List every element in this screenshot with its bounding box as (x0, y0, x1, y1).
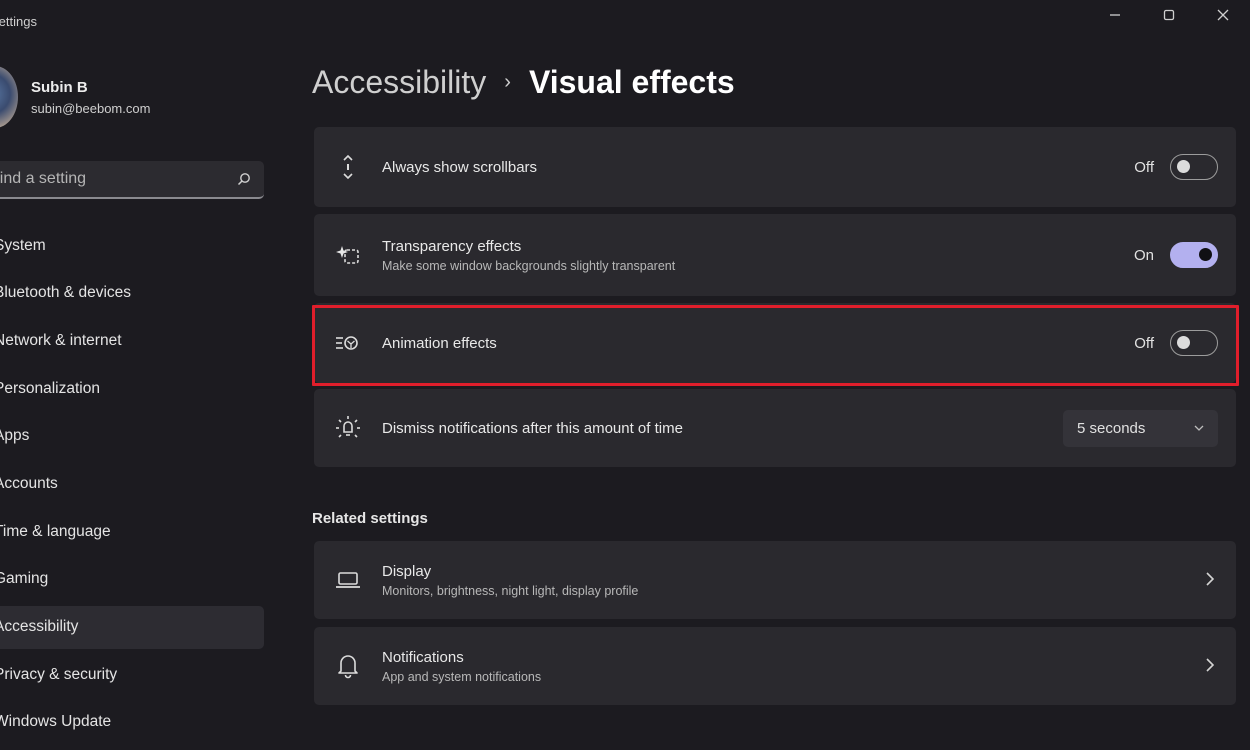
sidebar-item-label: System (0, 236, 46, 254)
sidebar-item-label: Network & internet (0, 331, 122, 349)
animation-effects-toggle[interactable] (1170, 330, 1218, 356)
sidebar-nav: System Bluetooth & devices Network & int… (0, 224, 264, 749)
sidebar-item-label: Gaming (0, 570, 49, 588)
sidebar-item-time-language[interactable]: Time & language (0, 510, 264, 553)
animation-icon (336, 336, 358, 350)
minimize-button[interactable] (1088, 0, 1142, 30)
search-icon[interactable] (236, 171, 252, 187)
breadcrumb-parent[interactable]: Accessibility (312, 64, 486, 101)
sidebar-item-apps[interactable]: Apps (0, 415, 264, 458)
bell-icon (338, 655, 358, 679)
related-settings-heading: Related settings (312, 510, 428, 527)
breadcrumb: Accessibility › Visual effects (312, 64, 735, 101)
sidebar-item-label: Time & language (0, 522, 111, 540)
profile-name: Subin B (31, 78, 88, 96)
setting-subtitle: Make some window backgrounds slightly tr… (382, 258, 676, 273)
setting-animation-effects: Animation effects Off (314, 303, 1236, 383)
app-title: Settings (0, 14, 37, 29)
close-button[interactable] (1196, 0, 1250, 30)
sidebar-item-label: Windows Update (0, 713, 112, 731)
laptop-icon (336, 572, 360, 588)
related-item-display[interactable]: Display Monitors, brightness, night ligh… (314, 541, 1236, 619)
search-input[interactable] (0, 170, 236, 188)
chevron-right-icon (1206, 657, 1215, 672)
sidebar-item-label: Privacy & security (0, 665, 118, 683)
setting-title: Animation effects (382, 334, 497, 352)
sidebar-item-label: Personalization (0, 379, 100, 397)
toggle-state-label: Off (1134, 334, 1154, 352)
search-box[interactable] (0, 161, 264, 199)
dropdown-value: 5 seconds (1077, 419, 1146, 437)
setting-dismiss-notifications: Dismiss notifications after this amount … (314, 389, 1236, 467)
sidebar-item-label: Accessibility (0, 618, 79, 635)
sidebar-item-label: Apps (0, 427, 30, 445)
chevron-right-icon (1206, 571, 1215, 586)
setting-title: Always show scrollbars (382, 158, 538, 176)
close-icon (1217, 9, 1229, 21)
sidebar-item-system[interactable]: System (0, 224, 264, 267)
scrollbar-icon (343, 154, 353, 180)
related-item-notifications[interactable]: Notifications App and system notificatio… (314, 627, 1236, 705)
related-subtitle: Monitors, brightness, night light, displ… (382, 583, 639, 598)
sidebar-item-gaming[interactable]: Gaming (0, 558, 264, 601)
window-controls (1088, 0, 1250, 32)
toggle-state-label: Off (1134, 158, 1154, 176)
setting-title: Transparency effects (382, 237, 522, 255)
profile-email: subin@beebom.com (31, 100, 151, 116)
maximize-button[interactable] (1142, 0, 1196, 30)
sidebar-item-privacy-security[interactable]: Privacy & security (0, 653, 264, 696)
maximize-icon (1163, 9, 1175, 21)
setting-title: Dismiss notifications after this amount … (382, 419, 683, 437)
transparency-toggle[interactable] (1170, 242, 1218, 268)
related-subtitle: App and system notifications (382, 669, 542, 684)
sidebar-item-label: Bluetooth & devices (0, 284, 132, 302)
sidebar-item-accounts[interactable]: Accounts (0, 462, 264, 505)
setting-transparency-effects: Transparency effects Make some window ba… (314, 214, 1236, 296)
sidebar-item-label: Accounts (0, 474, 58, 492)
page-title: Visual effects (528, 64, 735, 100)
sidebar-item-accessibility[interactable]: Accessibility (0, 605, 264, 649)
transparency-icon (336, 246, 359, 264)
avatar (0, 66, 18, 128)
user-profile[interactable]: Subin B subin@beebom.com (0, 66, 150, 128)
sidebar-item-bluetooth-devices[interactable]: Bluetooth & devices (0, 272, 264, 315)
sidebar-item-personalization[interactable]: Personalization (0, 367, 264, 410)
notification-duration-dropdown[interactable]: 5 seconds (1063, 409, 1218, 447)
related-title: Display (382, 562, 432, 580)
chevron-down-icon (1194, 425, 1204, 431)
sidebar-item-windows-update[interactable]: Windows Update (0, 701, 264, 744)
setting-always-show-scrollbars: Always show scrollbars Off (314, 127, 1236, 207)
sidebar-item-network-internet[interactable]: Network & internet (0, 319, 264, 362)
notification-timer-icon (336, 416, 360, 438)
scrollbars-toggle[interactable] (1170, 154, 1218, 180)
toggle-state-label: On (1133, 246, 1154, 264)
related-title: Notifications (382, 648, 464, 666)
breadcrumb-separator: › (504, 71, 511, 93)
minimize-icon (1110, 14, 1120, 16)
